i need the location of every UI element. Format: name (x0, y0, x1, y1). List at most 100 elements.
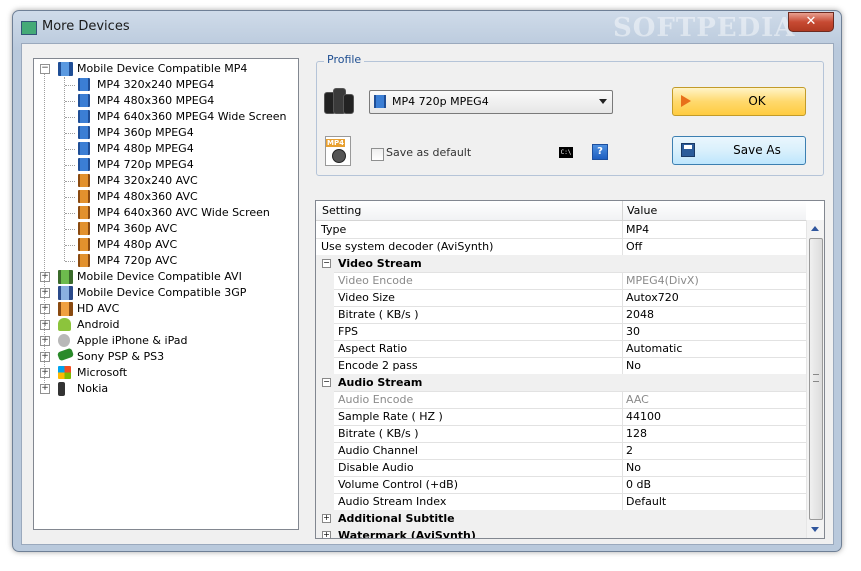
tree-item-label: MP4 480x360 AVC (97, 190, 198, 203)
property-name: Video Size (338, 291, 395, 304)
tree-item[interactable]: + Mobile Device Compatible AVI (34, 269, 298, 285)
tree-item[interactable]: + Apple iPhone & iPad (34, 333, 298, 349)
property-value[interactable]: Autox720 (626, 291, 679, 304)
property-value[interactable]: 2 (626, 444, 633, 457)
category-label: Video Stream (338, 257, 422, 270)
grid-property-row[interactable]: Audio Channel 2 (316, 442, 806, 460)
title-bar[interactable]: More Devices SOFTPEDIA ✕ (13, 11, 841, 43)
tree-item[interactable]: + Mobile Device Compatible 3GP (34, 285, 298, 301)
grid-property-row[interactable]: Encode 2 pass No (316, 357, 806, 375)
collapse-icon[interactable]: − (40, 64, 50, 74)
psp-icon (56, 347, 75, 362)
nokia-icon (58, 382, 65, 396)
property-name: Use system decoder (AviSynth) (321, 240, 494, 253)
collapse-icon[interactable]: − (322, 378, 331, 387)
property-value[interactable]: 30 (626, 325, 640, 338)
value-column-header[interactable]: Value (627, 204, 657, 217)
grid-property-row[interactable]: Type MP4 (316, 221, 806, 239)
grid-property-row[interactable]: FPS 30 (316, 323, 806, 341)
tree-item-label: Android (77, 318, 120, 331)
property-value[interactable]: MP4 (626, 223, 649, 236)
apple-icon (58, 334, 70, 347)
property-name: Volume Control (+dB) (338, 478, 458, 491)
grid-property-row[interactable]: Video Size Autox720 (316, 289, 806, 307)
mp4-icon (78, 126, 90, 139)
property-name: Disable Audio (338, 461, 414, 474)
grid-property-row[interactable]: Volume Control (+dB) 0 dB (316, 476, 806, 494)
tree-item[interactable]: + Nokia (34, 381, 298, 397)
grid-category-row[interactable]: + Additional Subtitle (316, 510, 806, 528)
expand-icon[interactable]: + (40, 320, 50, 330)
tree-item[interactable]: + Android (34, 317, 298, 333)
setting-column-header[interactable]: Setting (322, 204, 361, 217)
tree-item[interactable]: + Sony PSP & PS3 (34, 347, 298, 365)
property-value[interactable]: No (626, 359, 641, 372)
expand-icon[interactable]: + (322, 531, 331, 538)
mp4-icon (78, 142, 90, 155)
grid-property-row[interactable]: Disable Audio No (316, 459, 806, 477)
close-button[interactable]: ✕ (788, 12, 834, 32)
expand-icon[interactable]: + (40, 368, 50, 378)
mp4-icon (78, 110, 90, 123)
profile-select-value: MP4 720p MPEG4 (392, 95, 489, 108)
avc-icon (78, 238, 90, 251)
mp4-icon (78, 78, 90, 91)
property-value[interactable]: 2048 (626, 308, 654, 321)
grid-property-row[interactable]: Bitrate ( KB/s ) 128 (316, 425, 806, 443)
settings-grid[interactable]: Setting Value Type MP4 Use system decoder … (315, 200, 825, 539)
tree-item[interactable]: + Microsoft (34, 365, 298, 381)
expand-icon[interactable]: + (40, 384, 50, 394)
profile-select[interactable]: MP4 720p MPEG4 (369, 90, 613, 114)
device-tree[interactable]: − Mobile Device Compatible MP4 MP4 320x240… (33, 58, 299, 530)
avc-icon (78, 190, 90, 203)
property-value[interactable]: Automatic (626, 342, 682, 355)
property-value[interactable]: 44100 (626, 410, 661, 423)
ok-button[interactable]: OK (672, 87, 806, 116)
grid-category-row[interactable]: + Watermark (AviSynth) (316, 527, 806, 538)
expand-icon[interactable]: + (40, 288, 50, 298)
help-icon[interactable]: ? (592, 144, 608, 160)
grid-property-row[interactable]: Sample Rate ( HZ ) 44100 (316, 408, 806, 426)
grid-property-row[interactable]: Audio Stream Index Default (316, 493, 806, 511)
property-name: Audio Encode (338, 393, 414, 406)
command-line-icon[interactable]: C:\ (559, 147, 573, 158)
expand-icon[interactable]: + (40, 272, 50, 282)
tree-item-label: MP4 360p MPEG4 (97, 126, 194, 139)
expand-icon[interactable]: + (40, 304, 50, 314)
property-value[interactable]: 0 dB (626, 478, 651, 491)
category-label: Additional Subtitle (338, 512, 455, 525)
hd-icon (58, 302, 73, 316)
property-value[interactable]: 128 (626, 427, 647, 440)
save-as-default-checkbox[interactable] (371, 148, 384, 161)
grid-property-row[interactable]: Bitrate ( KB/s ) 2048 (316, 306, 806, 324)
grid-property-row[interactable]: Video Encode MPEG4(DivX) (316, 272, 806, 290)
grid-property-row[interactable]: Audio Encode AAC (316, 391, 806, 409)
property-value[interactable]: Off (626, 240, 642, 253)
tree-item[interactable]: + HD AVC (34, 301, 298, 317)
save-as-button[interactable]: Save As (672, 136, 806, 165)
collapse-icon[interactable]: − (322, 259, 331, 268)
expand-icon[interactable]: + (40, 336, 50, 346)
grid-category-row[interactable]: − Video Stream (316, 255, 806, 273)
property-value[interactable]: MPEG4(DivX) (626, 274, 699, 287)
tree-item[interactable]: − Mobile Device Compatible MP4 (34, 61, 298, 77)
avc-icon (78, 222, 90, 235)
tree-item-label: MP4 640x360 MPEG4 Wide Screen (97, 110, 287, 123)
expand-icon[interactable]: + (322, 514, 331, 523)
grid-category-row[interactable]: − Audio Stream (316, 374, 806, 392)
avc-icon (78, 174, 90, 187)
tree-item-label: MP4 320x240 MPEG4 (97, 78, 215, 91)
scroll-thumb[interactable] (809, 238, 823, 520)
grid-property-row[interactable]: Use system decoder (AviSynth) Off (316, 238, 806, 256)
scroll-up-icon[interactable] (811, 226, 819, 231)
property-value[interactable]: AAC (626, 393, 649, 406)
grid-property-row[interactable]: Aspect Ratio Automatic (316, 340, 806, 358)
expand-icon[interactable]: + (40, 352, 50, 362)
arrow-right-icon (681, 95, 691, 107)
save-as-default-label[interactable]: Save as default (386, 146, 471, 159)
scroll-down-icon[interactable] (811, 527, 819, 532)
grid-vertical-scrollbar[interactable] (806, 220, 824, 538)
mp4-icon (374, 95, 386, 108)
property-value[interactable]: Default (626, 495, 666, 508)
property-value[interactable]: No (626, 461, 641, 474)
